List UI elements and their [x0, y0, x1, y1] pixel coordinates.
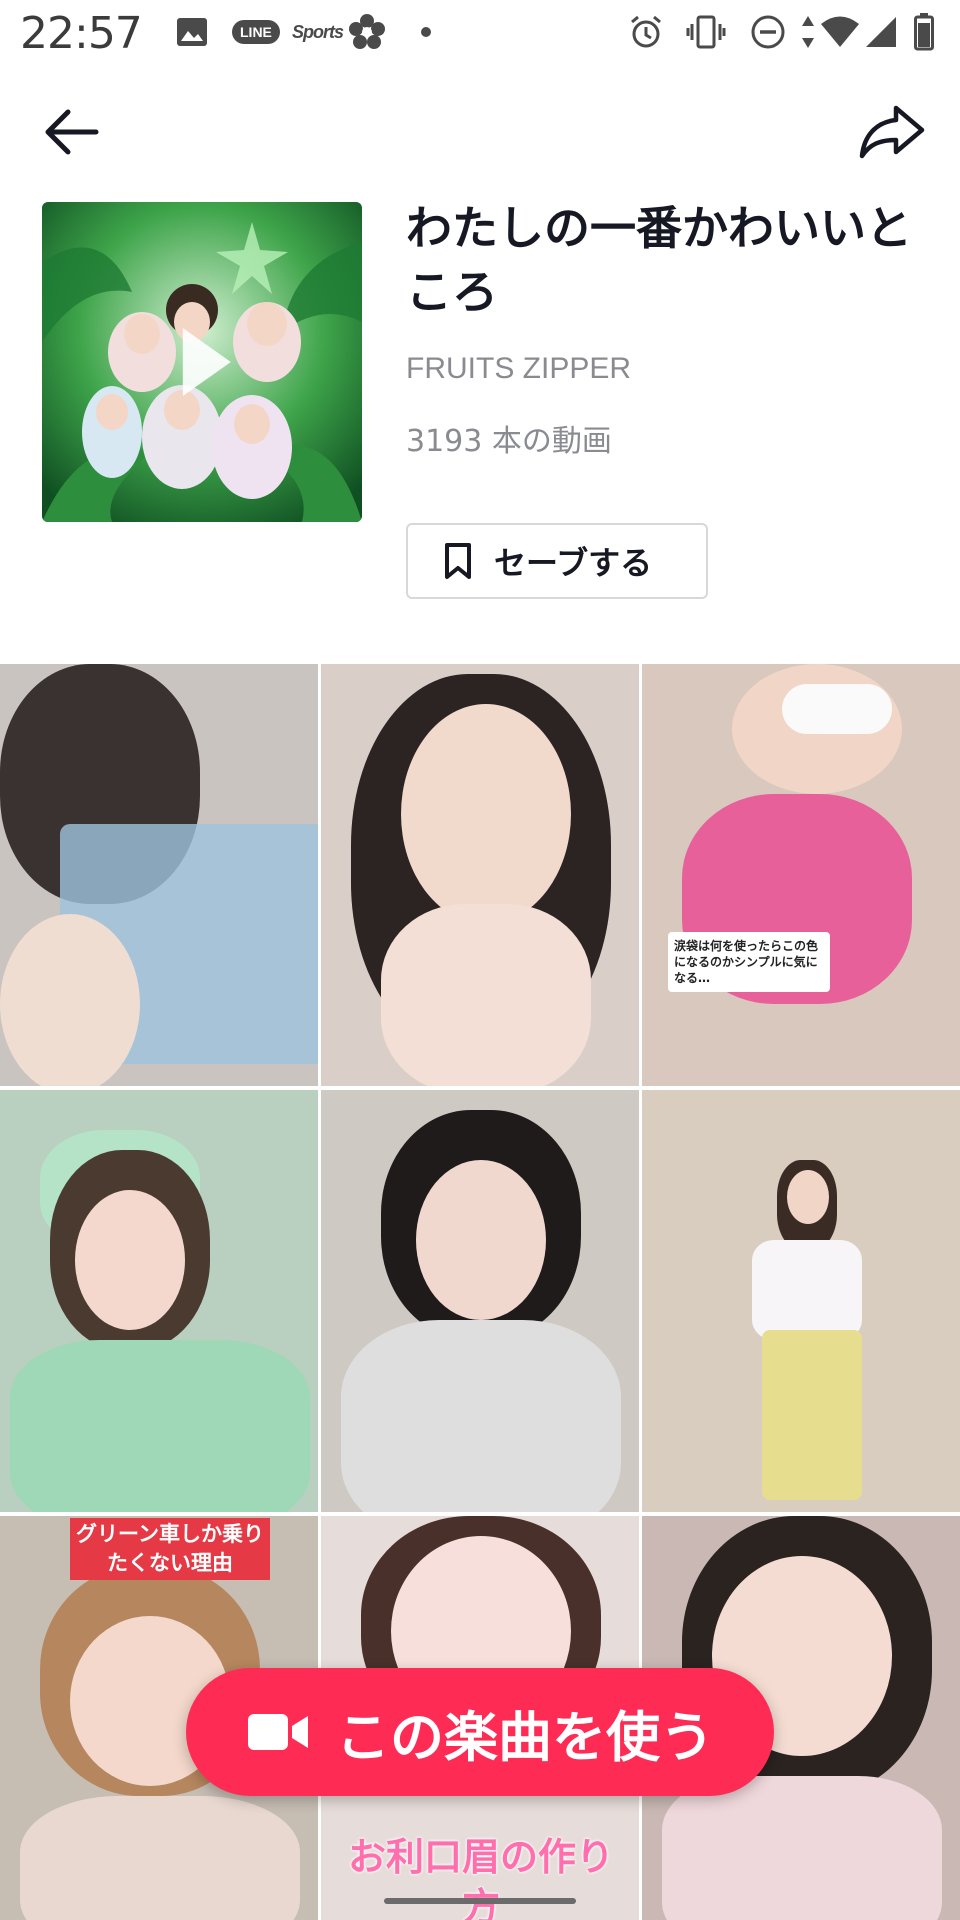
share-arrow-icon [859, 105, 925, 159]
home-indicator[interactable] [384, 1898, 576, 1904]
use-this-sound-button[interactable]: この楽曲を使う [186, 1668, 774, 1796]
video-caption: グリーン車しか乗りたくない理由 [70, 1518, 270, 1580]
back-button[interactable] [40, 100, 104, 164]
do-not-disturb-icon [750, 12, 786, 52]
gallery-icon [176, 12, 208, 52]
video-tile[interactable] [0, 664, 318, 1086]
video-tile[interactable] [0, 1090, 318, 1512]
status-time: 22:57 [20, 8, 143, 59]
data-arrows-icon [800, 12, 816, 52]
wifi-icon [820, 12, 860, 52]
video-tile[interactable] [321, 664, 639, 1086]
video-camera-icon [248, 1714, 308, 1750]
sports-app-icon: Sports [292, 21, 344, 42]
battery-icon [914, 12, 934, 52]
video-count: 3193 本の動画 [406, 424, 612, 459]
play-icon [182, 328, 231, 396]
alarm-icon [628, 12, 664, 52]
status-bar: 22:57 LINE Sports [0, 0, 960, 68]
video-tile[interactable] [321, 1090, 639, 1512]
arrow-left-icon [45, 109, 99, 155]
use-this-sound-label: この楽曲を使う [336, 1705, 714, 1769]
line-icon: LINE [232, 12, 280, 52]
bookmark-icon [445, 543, 471, 579]
signal-icon [864, 12, 898, 52]
video-tile[interactable]: 涙袋は何を使ったらこの色になるのかシンプルに気になる… [642, 664, 960, 1086]
save-button-label: セーブする [494, 544, 653, 582]
artist-name[interactable]: FRUITS ZIPPER [406, 352, 631, 386]
video-tile[interactable] [642, 1090, 960, 1512]
more-dot-icon [420, 12, 432, 52]
video-caption: お利口眉の作り方 [347, 1835, 614, 1920]
save-button[interactable]: セーブする [406, 523, 708, 599]
vibrate-icon [686, 12, 726, 52]
song-title: わたしの一番かわいいところ [406, 201, 912, 319]
flower-app-icon [348, 12, 386, 52]
album-cover[interactable] [42, 202, 362, 522]
video-caption: 涙袋は何を使ったらこの色になるのかシンプルに気になる… [668, 932, 830, 992]
share-button[interactable] [856, 100, 928, 164]
